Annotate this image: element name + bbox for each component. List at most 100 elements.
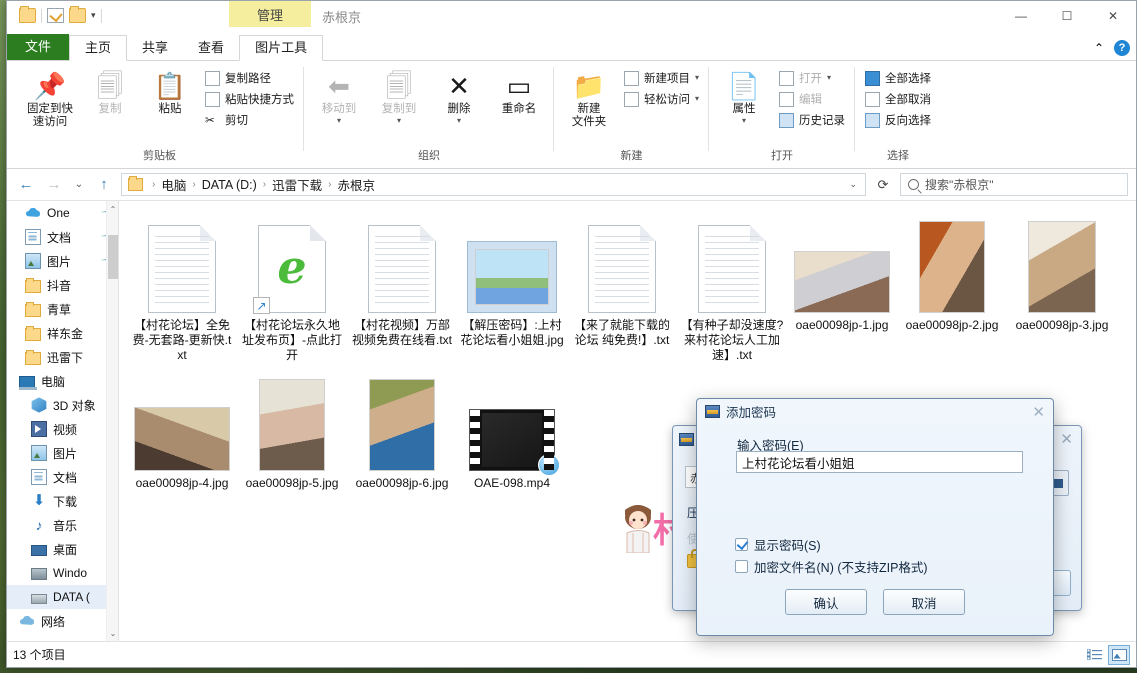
button-label: 全部取消 <box>885 94 932 106</box>
cancel-button[interactable]: 取消 <box>883 589 965 615</box>
new-folder-button[interactable]: 📁 新建 文件夹 <box>560 65 618 133</box>
select-all-button[interactable]: 全部选择 <box>861 69 935 87</box>
sidebar-item-downloads[interactable]: ⬇ 下载 <box>7 489 118 513</box>
breadcrumb[interactable]: › 电脑 › DATA (D:) › 迅雷下载 › 赤根京 ⌄ <box>121 173 866 196</box>
file-item[interactable]: oae00098jp-2.jpg <box>897 209 1007 367</box>
collapse-ribbon-icon[interactable]: ⌃ <box>1094 41 1104 55</box>
file-item[interactable]: oae00098jp-1.jpg <box>787 209 897 367</box>
sidebar-item-documents-2[interactable]: 文档 <box>7 465 118 489</box>
invert-selection-button[interactable]: 反向选择 <box>861 111 935 129</box>
delete-button[interactable]: ✕ 删除 ▾ <box>430 65 488 131</box>
easy-access-button[interactable]: 轻松访问 ▾ <box>620 90 703 108</box>
pin-to-quick-access-button[interactable]: 📌 固定到快 速访问 <box>21 65 79 133</box>
add-password-dialog[interactable]: 添加密码 ✕ 输入密码(E) 上村花论坛看小姐姐 显示密码(S) 加密文件名(N… <box>696 398 1054 636</box>
file-item[interactable]: 【解压密码】:上村花论坛看小姐姐.jpg <box>457 209 567 367</box>
refresh-button[interactable]: ⟳ <box>872 174 894 196</box>
recent-locations-button[interactable]: ⌄ <box>71 174 87 196</box>
up-button[interactable]: ↑ <box>93 174 115 196</box>
sidebar-item-windows-drive[interactable]: Windo <box>7 561 118 585</box>
back-button[interactable]: ← <box>15 174 37 196</box>
folder-icon[interactable] <box>19 6 36 23</box>
select-none-button[interactable]: 全部取消 <box>861 90 935 108</box>
confirm-button[interactable]: 确认 <box>785 589 867 615</box>
copy-button[interactable]: 🗐 复制 <box>81 65 139 120</box>
password-input[interactable]: 上村花论坛看小姐姐 <box>736 451 1023 473</box>
file-name: OAE-098.mp4 <box>473 476 551 490</box>
encrypt-filenames-checkbox[interactable] <box>735 560 748 573</box>
file-item[interactable]: oae00098jp-5.jpg <box>237 367 347 525</box>
paste-shortcut-button[interactable]: 粘贴快捷方式 <box>201 90 298 108</box>
properties-icon[interactable] <box>47 8 64 23</box>
copy-path-button[interactable]: 复制路径 <box>201 69 298 87</box>
new-folder-icon[interactable] <box>69 6 86 23</box>
sidebar-item-label: 祥东金 <box>47 326 84 341</box>
file-item[interactable]: oae00098jp-4.jpg <box>127 367 237 525</box>
file-item[interactable]: 【村花论坛】全免费-无套路-更新快.txt <box>127 209 237 367</box>
sidebar-item-douyin[interactable]: 抖音 <box>7 273 118 297</box>
sidebar-item-videos[interactable]: 视频 <box>7 417 118 441</box>
dialog-close-button[interactable]: ✕ <box>1032 403 1045 421</box>
history-button[interactable]: 历史记录 <box>775 111 849 129</box>
properties-button[interactable]: 📄 属性 ▾ <box>715 65 773 131</box>
file-item[interactable]: e ↗ 【村花论坛永久地址发布页】-点此打开 <box>237 209 347 367</box>
paste-button[interactable]: 📋 粘贴 <box>141 65 199 120</box>
sidebar-item-computer[interactable]: 电脑 <box>7 369 118 393</box>
minimize-button[interactable]: — <box>998 1 1044 31</box>
large-icons-view-button[interactable] <box>1108 644 1130 665</box>
new-item-button[interactable]: 新建项目 ▾ <box>620 69 703 87</box>
file-item[interactable]: 【来了就能下载的论坛 纯免费!】.txt <box>567 209 677 367</box>
breadcrumb-item-2[interactable]: 迅雷下载 <box>272 175 322 194</box>
sidebar-item-desktop[interactable]: 桌面 <box>7 537 118 561</box>
sidebar-item-music[interactable]: ♪ 音乐 <box>7 513 118 537</box>
sidebar-item-qingcao[interactable]: 青草 <box>7 297 118 321</box>
edit-button[interactable]: 编辑 <box>775 90 849 108</box>
copy-to-button[interactable]: 🗐 复制到 ▾ <box>370 65 428 131</box>
sidebar-item-network[interactable]: 网络 <box>7 609 118 633</box>
sidebar-item-xunlei-download[interactable]: 迅雷下 <box>7 345 118 369</box>
sidebar-item-data-drive[interactable]: DATA ( <box>7 585 118 609</box>
winrar-back-close-button[interactable]: ✕ <box>1060 430 1073 448</box>
breadcrumb-item-3[interactable]: 赤根京 <box>338 175 376 194</box>
show-password-checkbox-row[interactable]: 显示密码(S) <box>735 535 821 554</box>
quick-access-dropdown-icon[interactable]: ▾ <box>91 10 96 21</box>
open-button[interactable]: 打开 ▾ <box>775 69 849 87</box>
tab-home[interactable]: 主页 <box>69 35 128 61</box>
file-item[interactable]: oae00098jp-3.jpg <box>1007 209 1117 367</box>
sidebar-item-pictures[interactable]: 图片 📌 <box>7 249 118 273</box>
forward-button[interactable]: → <box>43 174 65 196</box>
chevron-down-icon[interactable]: ▾ <box>695 73 699 82</box>
sidebar-item-3d-objects[interactable]: 3D 对象 <box>7 393 118 417</box>
maximize-button[interactable]: ☐ <box>1044 1 1090 31</box>
details-view-button[interactable] <box>1083 645 1105 665</box>
breadcrumb-item-1[interactable]: DATA (D:) <box>202 178 257 192</box>
scroll-down-icon[interactable]: ⌄ <box>107 625 118 641</box>
contextual-tab-manage[interactable]: 管理 <box>229 1 311 27</box>
cut-button[interactable]: ✂ 剪切 <box>201 111 298 129</box>
file-item[interactable]: 【村花视频】万部视频免费在线看.txt <box>347 209 457 367</box>
tab-view[interactable]: 查看 <box>183 36 239 60</box>
sidebar-scrollbar[interactable]: ⌃ ⌄ <box>106 201 118 641</box>
rename-button[interactable]: ▭ 重命名 <box>490 65 548 120</box>
close-button[interactable]: ✕ <box>1090 1 1136 31</box>
sidebar-item-onedrive[interactable]: One 📌 <box>7 201 118 225</box>
tab-file[interactable]: 文件 <box>7 34 70 60</box>
scroll-up-icon[interactable]: ⌃ <box>107 201 118 217</box>
tab-picture-tools[interactable]: 图片工具 <box>239 35 324 61</box>
sidebar-item-documents[interactable]: 文档 📌 <box>7 225 118 249</box>
tab-share[interactable]: 共享 <box>127 36 183 60</box>
sidebar-item-xiangdongjin[interactable]: 祥东金 <box>7 321 118 345</box>
search-box[interactable]: 搜索"赤根京" <box>900 173 1128 196</box>
chevron-down-icon[interactable]: ▾ <box>827 73 831 82</box>
sidebar-item-pictures-2[interactable]: 图片 <box>7 441 118 465</box>
help-icon[interactable]: ? <box>1114 40 1130 56</box>
file-item[interactable]: ⬅ OAE-098.mp4 <box>457 367 567 525</box>
file-item[interactable]: oae00098jp-6.jpg <box>347 367 457 525</box>
file-item[interactable]: 【有种子却没速度? 来村花论坛人工加速】.txt <box>677 209 787 367</box>
breadcrumb-item-0[interactable]: 电脑 <box>161 175 186 194</box>
encrypt-filenames-checkbox-row[interactable]: 加密文件名(N) (不支持ZIP格式) <box>735 557 928 576</box>
chevron-down-icon[interactable]: ▾ <box>695 94 699 103</box>
breadcrumb-dropdown-icon[interactable]: ⌄ <box>849 179 861 190</box>
scrollbar-thumb[interactable] <box>108 235 118 279</box>
move-to-button[interactable]: ⬅ 移动到 ▾ <box>310 65 368 131</box>
show-password-checkbox[interactable] <box>735 538 748 551</box>
